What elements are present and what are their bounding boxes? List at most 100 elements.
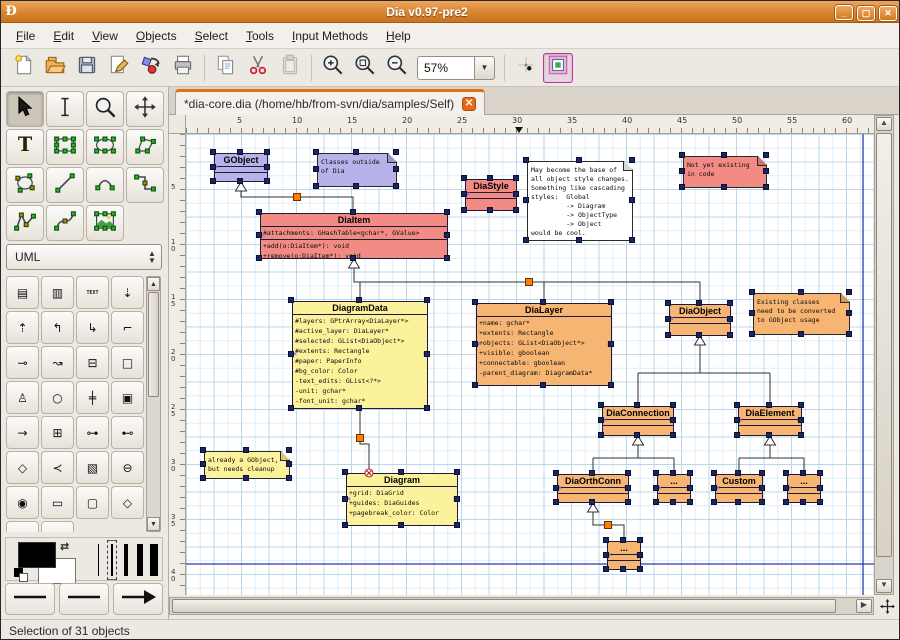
- selection-handle[interactable]: [783, 485, 789, 491]
- maximize-button[interactable]: ▢: [857, 6, 875, 21]
- tool-arc[interactable]: [86, 167, 124, 203]
- selection-handle[interactable]: [589, 499, 595, 505]
- selection-handle[interactable]: [342, 469, 348, 475]
- tool-modify[interactable]: [6, 91, 44, 127]
- node-diagramdata[interactable]: DiagramData#layers: GPtrArray<DiaLayer*>…: [292, 301, 428, 409]
- selection-handle[interactable]: [313, 183, 319, 189]
- menu-edit[interactable]: Edit: [44, 25, 83, 47]
- selection-handle[interactable]: [846, 289, 852, 295]
- selection-handle[interactable]: [759, 499, 765, 505]
- selection-handle[interactable]: [687, 470, 693, 476]
- selection-handle[interactable]: [687, 499, 693, 505]
- scroll-down-icon[interactable]: ▼: [876, 579, 892, 593]
- scroll-up-icon[interactable]: ▲: [876, 117, 892, 131]
- node-diaitem[interactable]: DiaItem#attachments: GHashTable<gchar*, …: [260, 213, 448, 259]
- arrow-style-button[interactable]: [113, 583, 163, 615]
- selection-handle[interactable]: [393, 183, 399, 189]
- selection-handle[interactable]: [264, 149, 270, 155]
- selection-handle[interactable]: [540, 299, 546, 305]
- selection-handle[interactable]: [598, 417, 604, 423]
- selection-handle[interactable]: [620, 537, 626, 543]
- selection-handle[interactable]: [798, 402, 804, 408]
- selection-handle[interactable]: [749, 310, 755, 316]
- tool-line[interactable]: [46, 167, 84, 203]
- selection-handle[interactable]: [454, 522, 460, 528]
- selection-handle[interactable]: [576, 237, 582, 243]
- connection-line[interactable]: [354, 268, 700, 282]
- selection-handle[interactable]: [243, 447, 249, 453]
- shape-state[interactable]: ▭: [41, 486, 74, 519]
- selection-handle[interactable]: [210, 164, 216, 170]
- menu-tools[interactable]: Tools: [237, 25, 283, 47]
- selection-handle[interactable]: [288, 297, 294, 303]
- selection-handle[interactable]: [210, 149, 216, 155]
- tab-dia-core[interactable]: *dia-core.dia (/home/hb/from-svn/dia/sam…: [175, 89, 485, 115]
- tool-textedit[interactable]: [46, 91, 84, 127]
- selection-handle[interactable]: [393, 149, 399, 155]
- selection-handle[interactable]: [670, 417, 676, 423]
- selection-handle[interactable]: [665, 332, 671, 338]
- selection-handle[interactable]: [759, 470, 765, 476]
- selection-handle[interactable]: [696, 300, 702, 306]
- selection-handle[interactable]: [342, 496, 348, 502]
- selection-handle[interactable]: [513, 191, 519, 197]
- shape-branch[interactable]: ◇: [111, 486, 144, 519]
- vertical-scrollbar[interactable]: ▲ ▼: [874, 115, 894, 595]
- open-button[interactable]: [40, 53, 70, 83]
- zoom-out-button[interactable]: [382, 53, 412, 83]
- selection-handle[interactable]: [598, 402, 604, 408]
- edit-button[interactable]: [104, 53, 134, 83]
- selection-handle[interactable]: [721, 184, 727, 190]
- selection-handle[interactable]: [653, 470, 659, 476]
- selection-handle[interactable]: [735, 499, 741, 505]
- selection-handle[interactable]: [200, 447, 206, 453]
- horizontal-ruler[interactable]: 51015202530354045505560: [186, 115, 874, 134]
- selection-handle[interactable]: [766, 402, 772, 408]
- horizontal-scrollbar[interactable]: ▶: [169, 597, 874, 615]
- selection-handle[interactable]: [798, 417, 804, 423]
- selection-handle[interactable]: [393, 166, 399, 172]
- selection-handle[interactable]: [696, 332, 702, 338]
- selection-handle[interactable]: [763, 168, 769, 174]
- selection-handle[interactable]: [734, 417, 740, 423]
- selection-handle[interactable]: [288, 351, 294, 357]
- selection-handle[interactable]: [766, 432, 772, 438]
- shape-realizes[interactable]: ⇡: [6, 311, 39, 344]
- tool-text[interactable]: T: [6, 129, 44, 165]
- selection-handle[interactable]: [727, 316, 733, 322]
- titlebar[interactable]: Ð Dia v0.97-pre2 _▢✕: [1, 1, 899, 23]
- selection-handle[interactable]: [353, 149, 359, 155]
- midpoint-handle[interactable]: [605, 522, 612, 529]
- zoom-fit-button[interactable]: [350, 53, 380, 83]
- selection-handle[interactable]: [356, 297, 362, 303]
- sheet-selector[interactable]: UML ▲▼: [6, 244, 162, 270]
- selection-handle[interactable]: [800, 499, 806, 505]
- selection-handle[interactable]: [513, 207, 519, 213]
- selection-handle[interactable]: [625, 485, 631, 491]
- selection-handle[interactable]: [817, 499, 823, 505]
- diagram-canvas[interactable]: GObject××Classes outside of DiaDiaStyle×…: [186, 134, 874, 595]
- selection-handle[interactable]: [523, 157, 529, 163]
- hscroll-thumb[interactable]: [172, 599, 836, 613]
- connection-line[interactable]: [360, 409, 369, 473]
- selection-handle[interactable]: [523, 197, 529, 203]
- selection-handle[interactable]: [711, 499, 717, 505]
- selection-handle[interactable]: [350, 255, 356, 261]
- selection-handle[interactable]: [472, 382, 478, 388]
- node-dialayer[interactable]: DiaLayer+name: gchar* +extents: Rectangl…: [476, 303, 612, 386]
- node-note-existing[interactable]: Existing classes need to be converted to…: [753, 293, 850, 335]
- zoom-combo[interactable]: 57%▼: [417, 56, 495, 80]
- selection-handle[interactable]: [679, 152, 685, 158]
- selection-handle[interactable]: [637, 537, 643, 543]
- shape-fork[interactable]: ≺: [41, 451, 74, 484]
- grid-visibility-toggle[interactable]: [511, 53, 541, 83]
- selection-handle[interactable]: [734, 432, 740, 438]
- selection-handle[interactable]: [286, 475, 292, 481]
- selection-handle[interactable]: [523, 237, 529, 243]
- selection-handle[interactable]: [735, 470, 741, 476]
- selection-handle[interactable]: [817, 470, 823, 476]
- selection-handle[interactable]: [313, 166, 319, 172]
- shape-actor[interactable]: ♙: [6, 381, 39, 414]
- node-diagram[interactable]: Diagram+grid: DiaGrid +guides: DiaGuides…: [346, 473, 458, 526]
- cut-button[interactable]: [243, 53, 273, 83]
